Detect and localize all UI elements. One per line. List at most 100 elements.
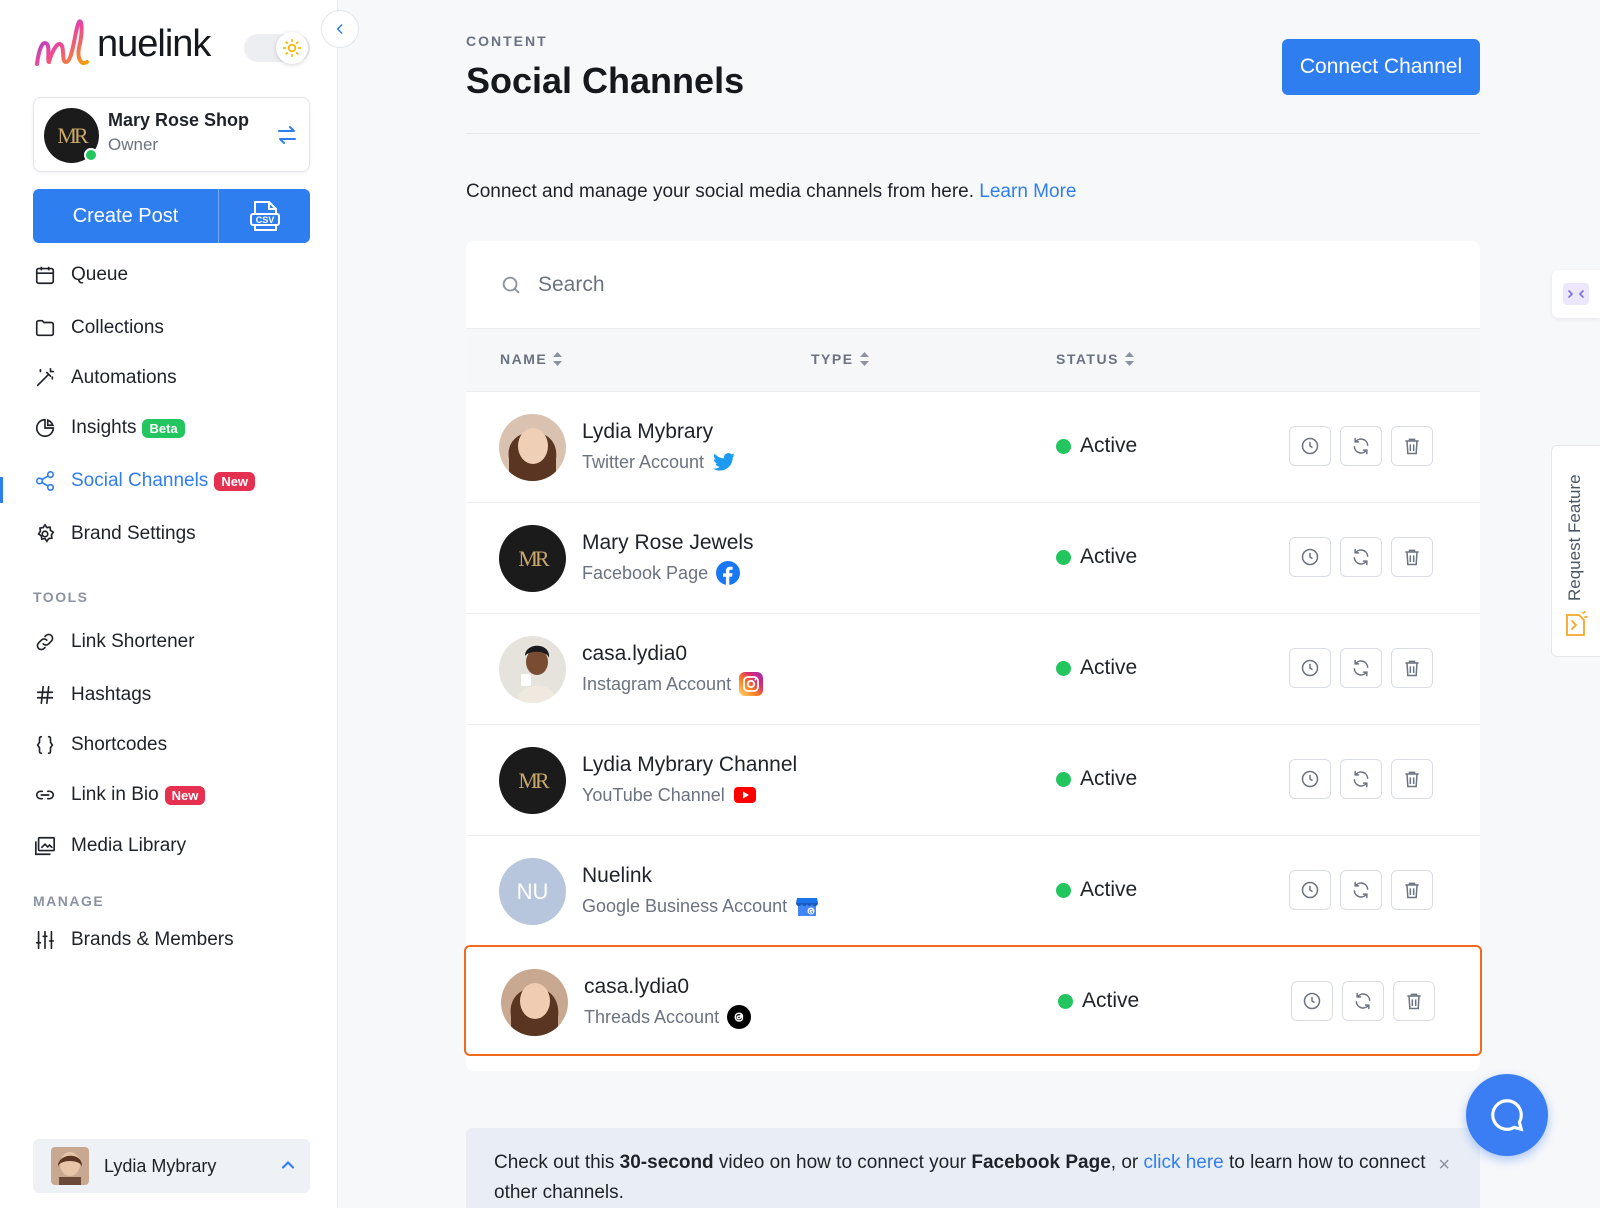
- facebook-icon: [716, 561, 741, 585]
- delete-button[interactable]: [1391, 537, 1433, 577]
- collapse-sidebar-button[interactable]: [321, 10, 359, 48]
- search-input[interactable]: [538, 272, 1138, 297]
- sidebar-item-insights[interactable]: Insights Beta: [33, 410, 185, 446]
- channel-monogram: MR: [518, 545, 549, 571]
- channels-card: NAME TYPE STATUS Lydia Mybrary Twitter A…: [464, 241, 1482, 1071]
- calendar-icon: [33, 263, 57, 287]
- column-header-type[interactable]: TYPE: [811, 351, 869, 367]
- channel-type: Threads Account: [584, 1005, 752, 1029]
- table-row[interactable]: MR Lydia Mybrary Channel YouTube Channel…: [466, 725, 1480, 836]
- sidebar-item-link-in-bio[interactable]: Link in Bio New: [33, 777, 206, 813]
- channel-type: Instagram Account: [582, 672, 764, 696]
- status-label: Active: [1080, 767, 1138, 790]
- sidebar-item-shortcodes[interactable]: Shortcodes: [33, 727, 167, 763]
- logo[interactable]: nuelink: [33, 18, 211, 70]
- channel-avatar: NU: [499, 858, 566, 925]
- trash-icon: [1405, 549, 1419, 566]
- trash-icon: [1405, 438, 1419, 455]
- side-widget-button[interactable]: [1552, 270, 1600, 318]
- chat-button[interactable]: [1466, 1074, 1548, 1156]
- channel-type-label: Twitter Account: [582, 451, 705, 472]
- sidebar-item-brands-members[interactable]: Brands & Members: [33, 922, 234, 958]
- brand-monogram: MR: [57, 122, 88, 148]
- lightbulb-icon: [1566, 611, 1588, 636]
- chevron-left-icon: [336, 24, 343, 34]
- brand-switcher[interactable]: MR Mary Rose Shop Owner: [33, 97, 310, 172]
- sidebar-item-label: Link Shortener: [71, 631, 195, 652]
- magic-wand-icon: [33, 366, 57, 390]
- delete-button[interactable]: [1391, 759, 1433, 799]
- table-header: NAME TYPE STATUS: [466, 329, 1480, 392]
- clock-icon: [1301, 659, 1319, 677]
- sidebar-item-automations[interactable]: Automations: [33, 360, 177, 396]
- delete-button[interactable]: [1391, 870, 1433, 910]
- schedule-button[interactable]: [1289, 537, 1331, 577]
- clock-icon: [1301, 770, 1319, 788]
- refresh-button[interactable]: [1342, 981, 1384, 1021]
- close-notice-button[interactable]: ×: [1438, 1150, 1450, 1180]
- table-row[interactable]: casa.lydia0 Instagram Account Active: [466, 614, 1480, 725]
- request-feature-tab[interactable]: Request Feature: [1551, 445, 1600, 657]
- click-here-link[interactable]: click here: [1144, 1152, 1224, 1173]
- sidebar-item-label: Automations: [71, 367, 177, 388]
- status-badge: Active: [1058, 989, 1139, 1013]
- row-actions: [1289, 648, 1433, 688]
- connect-channel-button[interactable]: Connect Channel: [1282, 39, 1480, 95]
- active-dot: [1056, 549, 1071, 565]
- learn-more-link[interactable]: Learn More: [979, 181, 1076, 202]
- sidebar-item-media-library[interactable]: Media Library: [33, 828, 186, 864]
- active-dot: [1056, 882, 1071, 898]
- sidebar-item-queue[interactable]: Queue: [33, 257, 128, 293]
- status-badge: Active: [1056, 767, 1137, 791]
- user-menu[interactable]: Lydia Mybrary: [33, 1139, 310, 1193]
- create-post-button[interactable]: Create Post CSV: [33, 189, 310, 243]
- refresh-button[interactable]: [1340, 648, 1382, 688]
- sidebar-item-social-channels[interactable]: Social Channels New: [33, 463, 256, 499]
- table-row-highlighted[interactable]: casa.lydia0 Threads Account Active: [464, 945, 1482, 1056]
- table-row[interactable]: NU Nuelink Google Business Account G Act…: [466, 836, 1480, 947]
- sidebar-item-link-shortener[interactable]: Link Shortener: [33, 624, 195, 660]
- schedule-button[interactable]: [1289, 426, 1331, 466]
- manage-section-label: MANAGE: [33, 893, 105, 909]
- refresh-icon: [1353, 881, 1369, 899]
- sidebar-item-brand-settings[interactable]: Brand Settings: [33, 516, 196, 552]
- main-content: CONTENT Social Channels Connect Channel …: [338, 0, 1600, 1208]
- delete-button[interactable]: [1391, 426, 1433, 466]
- channel-avatar: MR: [499, 525, 566, 592]
- pie-chart-icon: [33, 416, 57, 440]
- column-header-name[interactable]: NAME: [500, 351, 563, 367]
- csv-label: CSV: [255, 215, 274, 225]
- trash-icon: [1405, 882, 1419, 899]
- notice-text: video on how to connect your: [713, 1152, 972, 1173]
- refresh-button[interactable]: [1340, 870, 1382, 910]
- table-row[interactable]: Lydia Mybrary Twitter Account Active: [466, 392, 1480, 503]
- clock-icon: [1301, 548, 1319, 566]
- logo-text: nuelink: [97, 22, 211, 65]
- refresh-icon: [1353, 659, 1369, 677]
- delete-button[interactable]: [1391, 648, 1433, 688]
- channel-avatar: [499, 414, 566, 481]
- channel-type: YouTube Channel: [582, 783, 757, 807]
- sidebar-item-collections[interactable]: Collections: [33, 310, 164, 346]
- gear-icon: [33, 522, 57, 546]
- refresh-button[interactable]: [1340, 759, 1382, 799]
- folder-icon: [33, 316, 57, 340]
- clock-icon: [1301, 881, 1319, 899]
- column-header-status[interactable]: STATUS: [1056, 351, 1134, 367]
- schedule-button[interactable]: [1289, 759, 1331, 799]
- sidebar-item-hashtags[interactable]: Hashtags: [33, 677, 151, 713]
- schedule-button[interactable]: [1291, 981, 1333, 1021]
- refresh-button[interactable]: [1340, 537, 1382, 577]
- switch-brand-icon[interactable]: [275, 123, 299, 147]
- schedule-button[interactable]: [1289, 648, 1331, 688]
- schedule-button[interactable]: [1289, 870, 1331, 910]
- csv-import-button[interactable]: CSV: [219, 189, 310, 243]
- notice-text: , or: [1110, 1152, 1144, 1173]
- theme-toggle[interactable]: [244, 32, 310, 64]
- active-dot: [1056, 438, 1071, 454]
- delete-button[interactable]: [1393, 981, 1435, 1021]
- refresh-icon: [1353, 548, 1369, 566]
- refresh-button[interactable]: [1340, 426, 1382, 466]
- table-row[interactable]: MR Mary Rose Jewels Facebook Page Active: [466, 503, 1480, 614]
- image-gallery-icon: [33, 834, 57, 858]
